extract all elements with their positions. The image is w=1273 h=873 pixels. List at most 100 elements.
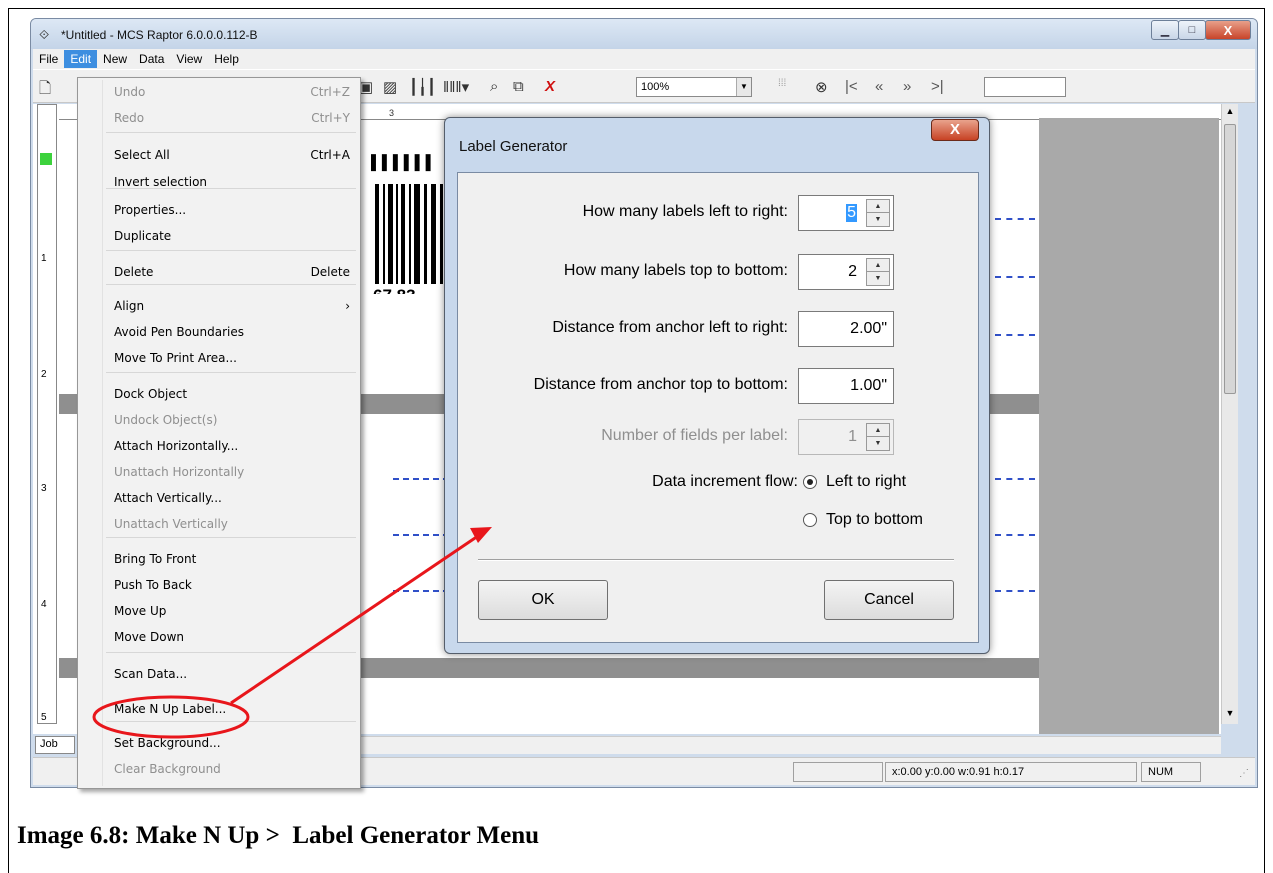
menu-gutter <box>102 80 103 786</box>
radio-left-to-right-label[interactable]: Left to right <box>826 473 906 491</box>
scroll-down-icon[interactable]: ▼ <box>1223 708 1237 722</box>
tab-job[interactable]: Job <box>35 736 75 754</box>
last-record-icon[interactable]: >| <box>931 78 944 95</box>
barcode-icon[interactable]: ‖‖‖▾ <box>443 78 469 96</box>
menu-new[interactable]: New <box>97 50 133 68</box>
menu-help[interactable]: Help <box>208 50 245 68</box>
barcode-bar <box>409 184 411 284</box>
menu-item-move-down[interactable]: Move Down <box>106 625 356 649</box>
labels-top-to-bottom-value: 2 <box>848 263 857 280</box>
menu-item-move-to-print-area[interactable]: Move To Print Area... <box>106 346 356 370</box>
radio-left-to-right[interactable] <box>803 475 817 489</box>
fields-per-label-stepper: 1 ▲ ▼ <box>798 419 894 455</box>
distance-top-to-bottom-label: Distance from anchor top to bottom: <box>533 376 788 393</box>
menu-data[interactable]: Data <box>133 50 170 68</box>
menu-item-dock-object[interactable]: Dock Object <box>106 382 356 406</box>
spin-up-icon[interactable]: ▲ <box>867 259 889 272</box>
menu-item-label: Unattach Horizontally <box>114 465 245 479</box>
menu-file[interactable]: File <box>33 50 64 68</box>
menu-item-bring-to-front[interactable]: Bring To Front <box>106 547 356 571</box>
zoom-select[interactable]: 100% ▼ <box>636 77 752 97</box>
menu-item-scan-data[interactable]: Scan Data... <box>106 662 356 686</box>
ruler-number: 4 <box>41 599 47 610</box>
menu-item-attach-horizontally[interactable]: Attach Horizontally... <box>106 434 356 458</box>
chart-icon[interactable]: ┃╽┃ <box>409 78 436 96</box>
record-field[interactable] <box>984 77 1066 97</box>
distance-left-to-right-field[interactable]: 2.00" <box>798 311 894 347</box>
menu-view[interactable]: View <box>170 50 208 68</box>
barcode-bar <box>440 184 443 284</box>
scroll-up-icon[interactable]: ▲ <box>1223 106 1237 120</box>
menu-item-properties[interactable]: Properties... <box>106 198 356 222</box>
label-guide-line <box>995 218 1035 220</box>
menu-item-label: Select All <box>114 148 170 162</box>
data-increment-flow-label: Data increment flow: <box>652 473 798 490</box>
menu-item-invert-selection[interactable]: Invert selection <box>106 170 356 194</box>
menu-item-move-up[interactable]: Move Up <box>106 599 356 623</box>
menu-item-label: Dock Object <box>114 387 188 401</box>
labels-top-to-bottom-stepper[interactable]: 2 ▲ ▼ <box>798 254 894 290</box>
close-icon[interactable]: X <box>1205 20 1251 40</box>
barcode-bar <box>396 184 398 284</box>
save-icon[interactable]: ▣ <box>359 78 373 96</box>
spin-up-icon[interactable]: ▲ <box>867 200 889 213</box>
next-record-icon[interactable]: » <box>903 78 911 95</box>
delete-icon[interactable]: X <box>545 78 555 95</box>
menu-item-set-background[interactable]: Set Background... <box>106 731 356 755</box>
menu-item-duplicate[interactable]: Duplicate <box>106 224 356 248</box>
distance-top-to-bottom-field[interactable]: 1.00" <box>798 368 894 404</box>
ruler-origin-marker <box>40 153 52 165</box>
minimize-icon[interactable]: ▁ <box>1151 20 1179 40</box>
scroll-thumb[interactable] <box>1224 124 1236 394</box>
status-cell-blank <box>793 762 883 782</box>
barcode-bar <box>383 184 385 284</box>
labels-top-to-bottom-label: How many labels top to bottom: <box>563 262 788 279</box>
menu-edit[interactable]: Edit <box>64 50 98 68</box>
radio-top-to-bottom-label[interactable]: Top to bottom <box>826 511 923 529</box>
menu-item-label: Push To Back <box>114 578 192 592</box>
ruler-number: 1 <box>41 253 47 264</box>
labels-left-to-right-stepper[interactable]: 5 ▲ ▼ <box>798 195 894 231</box>
menu-item-attach-vertically[interactable]: Attach Vertically... <box>106 486 356 510</box>
dialog-title: Label Generator <box>459 138 568 155</box>
menu-item-delete[interactable]: Delete Delete <box>106 260 356 284</box>
new-document-icon[interactable]: 🗋 <box>39 78 51 103</box>
menu-item-avoid-pen-boundaries[interactable]: Avoid Pen Boundaries <box>106 320 356 344</box>
maximize-icon[interactable]: □ <box>1178 20 1206 40</box>
fields-per-label-label: Number of fields per label: <box>601 427 788 444</box>
image-icon[interactable]: ▨ <box>383 78 397 96</box>
search-icon[interactable]: ⌕ <box>490 78 498 95</box>
menu-separator <box>106 250 356 251</box>
spinner[interactable]: ▲ ▼ <box>866 199 890 227</box>
binary-data-icon[interactable]: ⁞⁞⁞ <box>778 78 786 89</box>
dialog-close-icon[interactable]: X <box>931 119 979 141</box>
menu-item-label: Undock Object(s) <box>114 413 218 427</box>
menu-item-align[interactable]: Align › <box>106 294 356 318</box>
ruler-number: 2 <box>41 369 47 380</box>
menu-shortcut: Delete <box>310 265 350 279</box>
vertical-scrollbar[interactable]: ▲ ▼ <box>1221 104 1238 724</box>
menu-item-select-all[interactable]: Select All Ctrl+A <box>106 143 356 167</box>
chevron-down-icon[interactable]: ▼ <box>736 78 751 96</box>
submenu-arrow-icon: › <box>345 299 350 313</box>
spin-down-icon[interactable]: ▼ <box>867 272 889 285</box>
previous-record-icon[interactable]: « <box>875 78 883 95</box>
spinner[interactable]: ▲ ▼ <box>866 258 890 286</box>
first-record-icon[interactable]: |< <box>845 78 858 95</box>
menu-item-push-to-back[interactable]: Push To Back <box>106 573 356 597</box>
ok-button[interactable]: OK <box>478 580 608 620</box>
export-icon[interactable]: ⧉ <box>513 78 524 95</box>
cancel-button[interactable]: Cancel <box>824 580 954 620</box>
spin-down-icon: ▼ <box>874 440 882 447</box>
menu-item-make-n-up-label[interactable]: Make N Up Label... <box>106 697 356 721</box>
menu-item-label: Move Down <box>114 630 184 644</box>
menu-item-undock-object-s: Undock Object(s) <box>106 408 356 432</box>
menu-item-label: Invert selection <box>114 175 208 189</box>
radio-top-to-bottom[interactable] <box>803 513 817 527</box>
distance-left-to-right-value: 2.00" <box>850 320 887 337</box>
resize-grip-icon[interactable]: ⋰ <box>1239 768 1249 779</box>
spin-down-icon[interactable]: ▼ <box>867 213 889 226</box>
binoculars-icon[interactable]: ⊗ <box>815 78 828 96</box>
horizontal-scrollbar[interactable] <box>361 736 1221 754</box>
menu-separator <box>106 372 356 373</box>
